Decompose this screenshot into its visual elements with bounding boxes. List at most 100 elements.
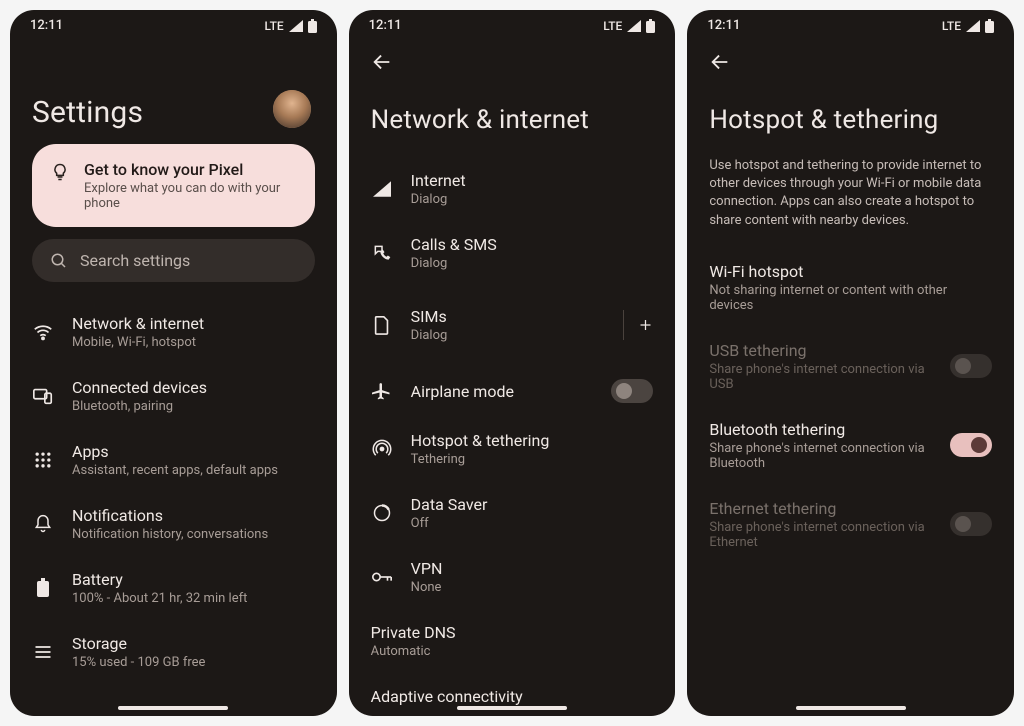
status-bar: 12:11 LTE bbox=[687, 10, 1014, 37]
row-title: Private DNS bbox=[371, 623, 654, 642]
network-type: LTE bbox=[942, 19, 961, 33]
row-usb-tethering: USB tethering Share phone's internet conn… bbox=[687, 327, 1014, 406]
row-title: Battery bbox=[72, 570, 315, 589]
data-saver-icon bbox=[371, 503, 393, 523]
row-title: Ethernet tethering bbox=[709, 499, 950, 518]
row-sub: Share phone's internet connection via US… bbox=[709, 362, 950, 392]
status-time: 12:11 bbox=[707, 18, 740, 33]
row-sub: Dialog bbox=[411, 192, 654, 207]
row-sub: Assistant, recent apps, default apps bbox=[72, 463, 315, 478]
settings-row-connected[interactable]: Connected devices Bluetooth, pairing bbox=[10, 364, 337, 428]
status-time: 12:11 bbox=[30, 18, 63, 33]
sim-icon bbox=[371, 315, 393, 335]
row-sub: 15% used - 109 GB free bbox=[72, 655, 315, 670]
row-sub: Dialog bbox=[411, 328, 606, 343]
back-button[interactable] bbox=[687, 37, 1014, 79]
row-title: USB tethering bbox=[709, 341, 950, 360]
row-wifi-hotspot[interactable]: Wi-Fi hotspotNot sharing internet or con… bbox=[687, 248, 1014, 327]
row-sub: Off bbox=[411, 516, 654, 531]
storage-icon bbox=[32, 642, 54, 662]
settings-row-notifications[interactable]: Notifications Notification history, conve… bbox=[10, 492, 337, 556]
bluetooth-tethering-toggle[interactable] bbox=[950, 433, 992, 457]
add-sim-button[interactable] bbox=[623, 310, 653, 340]
row-vpn[interactable]: VPNNone bbox=[349, 545, 676, 609]
airplane-toggle[interactable] bbox=[611, 379, 653, 403]
row-title: Apps bbox=[72, 442, 315, 461]
bell-icon bbox=[32, 514, 54, 534]
row-private-dns[interactable]: Private DNS Automatic bbox=[349, 609, 676, 673]
back-button[interactable] bbox=[349, 37, 676, 79]
row-sub: Bluetooth, pairing bbox=[72, 399, 315, 414]
network-type: LTE bbox=[265, 19, 284, 33]
row-title: SIMs bbox=[411, 307, 606, 326]
promo-subtitle: Explore what you can do with your phone bbox=[84, 181, 297, 211]
plus-icon bbox=[638, 316, 653, 334]
row-sub: Not sharing internet or content with oth… bbox=[709, 283, 992, 313]
row-sub: Mobile, Wi-Fi, hotspot bbox=[72, 335, 315, 350]
battery-icon bbox=[646, 19, 655, 33]
page-title: Network & internet bbox=[349, 79, 676, 157]
row-title: Airplane mode bbox=[411, 382, 594, 401]
vpn-key-icon bbox=[371, 570, 393, 584]
signal-icon bbox=[289, 20, 303, 32]
search-placeholder: Search settings bbox=[80, 251, 190, 270]
row-sub: Automatic bbox=[371, 644, 654, 659]
nav-indicator bbox=[118, 706, 228, 710]
row-sub: Share phone's internet connection via Et… bbox=[709, 520, 950, 550]
page-description: Use hotspot and tethering to provide int… bbox=[687, 157, 1014, 248]
settings-row-network[interactable]: Network & internet Mobile, Wi-Fi, hotspot bbox=[10, 300, 337, 364]
status-indicators: LTE bbox=[265, 19, 317, 33]
settings-row-storage[interactable]: Storage 15% used - 109 GB free bbox=[10, 620, 337, 684]
row-title: Bluetooth tethering bbox=[709, 420, 950, 439]
row-bluetooth-tethering[interactable]: Bluetooth tethering Share phone's interne… bbox=[687, 406, 1014, 485]
row-sub: Share phone's internet connection via Bl… bbox=[709, 441, 950, 471]
row-airplane-mode[interactable]: Airplane mode bbox=[349, 365, 676, 417]
row-title: Notifications bbox=[72, 506, 315, 525]
nav-indicator bbox=[457, 706, 567, 710]
status-bar: 12:11 LTE bbox=[10, 10, 337, 37]
row-ethernet-tethering: Ethernet tethering Share phone's internet… bbox=[687, 485, 1014, 564]
status-indicators: LTE bbox=[603, 19, 655, 33]
row-data-saver[interactable]: Data SaverOff bbox=[349, 481, 676, 545]
settings-root-screen: 12:11 LTE Settings Get to know your Pixe… bbox=[10, 10, 337, 716]
signal-icon bbox=[627, 20, 641, 32]
battery-icon bbox=[32, 578, 54, 598]
row-title: Connected devices bbox=[72, 378, 315, 397]
ethernet-tethering-toggle bbox=[950, 512, 992, 536]
battery-icon bbox=[985, 19, 994, 33]
airplane-icon bbox=[371, 381, 393, 401]
signal-icon bbox=[371, 180, 393, 198]
settings-row-apps[interactable]: Apps Assistant, recent apps, default apps bbox=[10, 428, 337, 492]
phone-sms-icon bbox=[371, 243, 393, 263]
row-hotspot[interactable]: Hotspot & tetheringTethering bbox=[349, 417, 676, 481]
row-calls-sms[interactable]: Calls & SMSDialog bbox=[349, 221, 676, 285]
wifi-icon bbox=[32, 321, 54, 343]
row-sub: Tethering bbox=[411, 452, 654, 467]
usb-tethering-toggle bbox=[950, 354, 992, 378]
promo-card[interactable]: Get to know your Pixel Explore what you … bbox=[32, 144, 315, 227]
status-indicators: LTE bbox=[942, 19, 994, 33]
apps-icon bbox=[32, 450, 54, 470]
lightbulb-icon bbox=[50, 162, 70, 186]
row-title: Network & internet bbox=[72, 314, 315, 333]
row-sub: None bbox=[411, 580, 654, 595]
row-sub: Notification history, conversations bbox=[72, 527, 315, 542]
promo-title: Get to know your Pixel bbox=[84, 160, 297, 179]
hotspot-icon bbox=[371, 439, 393, 459]
row-internet[interactable]: InternetDialog bbox=[349, 157, 676, 221]
row-title: Storage bbox=[72, 634, 315, 653]
back-arrow-icon bbox=[709, 51, 731, 73]
network-internet-screen: 12:11 LTE Network & internet InternetDia… bbox=[349, 10, 676, 716]
nav-indicator bbox=[796, 706, 906, 710]
settings-row-battery[interactable]: Battery100% - About 21 hr, 32 min left bbox=[10, 556, 337, 620]
search-input[interactable]: Search settings bbox=[32, 239, 315, 282]
battery-icon bbox=[308, 19, 317, 33]
row-sims[interactable]: SIMs Dialog bbox=[349, 293, 676, 357]
devices-icon bbox=[32, 385, 54, 407]
search-icon bbox=[50, 252, 68, 270]
back-arrow-icon bbox=[371, 51, 393, 73]
page-title: Hotspot & tethering bbox=[687, 79, 1014, 157]
status-time: 12:11 bbox=[369, 18, 402, 33]
profile-avatar[interactable] bbox=[273, 90, 311, 128]
row-title: Adaptive connectivity bbox=[371, 687, 654, 706]
